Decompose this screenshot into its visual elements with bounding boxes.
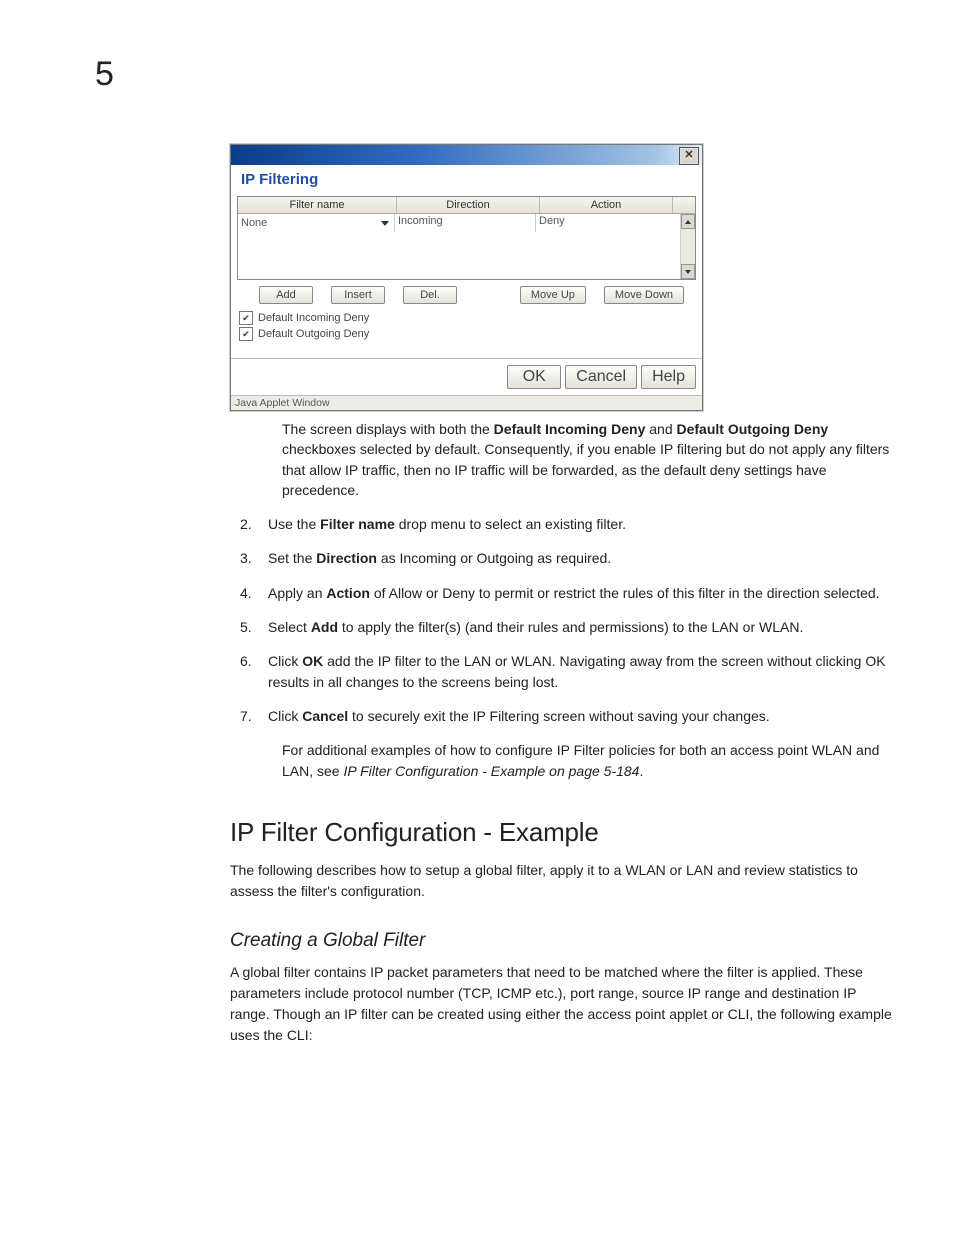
- step-5: 5. Select Add to apply the filter(s) (an…: [240, 617, 894, 637]
- figure-caption-paragraph: The screen displays with both the Defaul…: [282, 419, 894, 500]
- title-bar: ✕: [231, 145, 702, 165]
- table-header-row: Filter name Direction Action: [238, 197, 695, 214]
- default-outgoing-deny-label: Default Outgoing Deny: [258, 328, 369, 340]
- ok-button[interactable]: OK: [507, 365, 561, 389]
- col-header-action: Action: [540, 197, 673, 213]
- dialog-button-row: OK Cancel Help: [231, 358, 702, 395]
- status-bar: Java Applet Window: [231, 395, 702, 410]
- default-outgoing-deny-checkbox[interactable]: ✔: [239, 327, 253, 341]
- filter-name-dropdown[interactable]: None: [238, 214, 395, 232]
- filter-table: Filter name Direction Action None Incomi…: [237, 196, 696, 280]
- direction-cell[interactable]: Incoming: [395, 214, 536, 232]
- default-incoming-deny-checkbox[interactable]: ✔: [239, 311, 253, 325]
- chapter-number: 5: [95, 55, 894, 94]
- h3-body-paragraph: A global filter contains IP packet param…: [230, 962, 894, 1046]
- chevron-down-icon: [685, 270, 691, 274]
- move-down-button[interactable]: Move Down: [604, 286, 684, 304]
- step-3: 3. Set the Direction as Incoming or Outg…: [240, 548, 894, 568]
- add-button[interactable]: Add: [259, 286, 313, 304]
- default-incoming-deny-label: Default Incoming Deny: [258, 312, 369, 324]
- scroll-up-button[interactable]: [681, 214, 695, 229]
- table-row[interactable]: None Incoming Deny: [238, 214, 680, 279]
- insert-button[interactable]: Insert: [331, 286, 385, 304]
- scroll-down-button[interactable]: [681, 264, 695, 279]
- move-up-button[interactable]: Move Up: [520, 286, 586, 304]
- cancel-button[interactable]: Cancel: [565, 365, 637, 389]
- step-6: 6. Click OK add the IP filter to the LAN…: [240, 651, 894, 692]
- heading-ip-filter-config-example: IP Filter Configuration - Example: [230, 817, 894, 848]
- default-incoming-deny-row: ✔ Default Incoming Deny: [231, 310, 702, 326]
- action-cell[interactable]: Deny: [536, 214, 680, 232]
- col-header-direction: Direction: [397, 197, 540, 213]
- close-icon[interactable]: ✕: [679, 147, 699, 165]
- col-header-filter-name: Filter name: [238, 197, 397, 213]
- step-2: 2. Use the Filter name drop menu to sele…: [240, 514, 894, 534]
- heading-creating-global-filter: Creating a Global Filter: [230, 930, 894, 952]
- applet-title: IP Filtering: [231, 165, 702, 196]
- default-outgoing-deny-row: ✔ Default Outgoing Deny: [231, 326, 702, 342]
- del-button[interactable]: Del.: [403, 286, 457, 304]
- ip-filtering-applet: ✕ IP Filtering Filter name Direction Act…: [230, 144, 703, 411]
- help-button[interactable]: Help: [641, 365, 696, 389]
- additional-examples-paragraph: For additional examples of how to config…: [282, 740, 894, 781]
- step-4: 4. Apply an Action of Allow or Deny to p…: [240, 583, 894, 603]
- table-button-row: Add Insert Del. Move Up Move Down: [231, 280, 702, 310]
- filter-name-value: None: [241, 217, 267, 229]
- step-7: 7. Click Cancel to securely exit the IP …: [240, 706, 894, 726]
- chevron-down-icon: [381, 221, 389, 226]
- vertical-scrollbar[interactable]: [680, 214, 695, 279]
- h2-body-paragraph: The following describes how to setup a g…: [230, 860, 894, 902]
- chevron-up-icon: [685, 220, 691, 224]
